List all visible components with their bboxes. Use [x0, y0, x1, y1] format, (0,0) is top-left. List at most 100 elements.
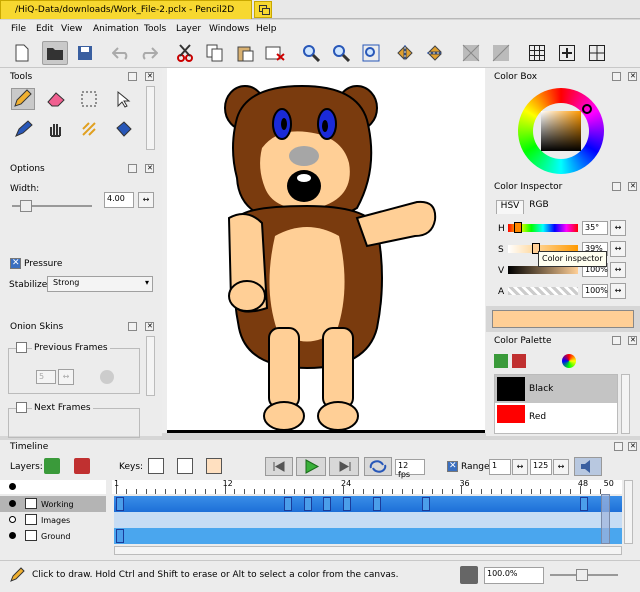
next-frames-checkbox[interactable]	[16, 402, 27, 413]
color-wheel[interactable]	[518, 88, 604, 174]
color-square[interactable]	[541, 111, 581, 151]
timeline-close-button[interactable]	[628, 442, 637, 451]
add-layer-icon[interactable]	[44, 458, 60, 474]
palette-float-button[interactable]	[612, 336, 621, 345]
frame-ruler[interactable]: 1 12 24 36 48 50	[112, 479, 622, 494]
keyframe[interactable]	[303, 497, 312, 511]
remove-color-icon[interactable]	[512, 354, 526, 368]
fps-select[interactable]: 12 fps	[395, 459, 425, 479]
remove-key-icon[interactable]	[177, 458, 193, 474]
keyframe[interactable]	[323, 497, 332, 511]
pressure-checkbox[interactable]: ✕	[10, 258, 21, 269]
keyframe[interactable]	[579, 497, 588, 511]
range-end-stepper[interactable]: ↔	[553, 459, 569, 475]
zoom-fit-icon[interactable]	[358, 41, 384, 65]
playhead[interactable]	[601, 494, 610, 544]
previous-frames-count[interactable]: 5	[36, 370, 56, 384]
keyframe[interactable]	[116, 529, 124, 543]
options-float-button[interactable]	[128, 164, 137, 173]
width-stepper[interactable]: ↔	[138, 192, 154, 208]
tools-float-button[interactable]	[128, 72, 137, 81]
sound-icon[interactable]	[574, 457, 602, 476]
alpha-slider[interactable]	[508, 287, 578, 295]
keyframe[interactable]	[283, 497, 292, 511]
palette-item-black[interactable]: Black	[495, 375, 617, 403]
onion-next-icon[interactable]	[488, 41, 514, 65]
previous-frames-stepper[interactable]: ↔	[58, 369, 74, 385]
duplicate-key-icon[interactable]	[206, 458, 222, 474]
onion-close-button[interactable]	[145, 322, 154, 331]
jump-end-button[interactable]	[329, 457, 359, 476]
menu-help[interactable]: Help	[256, 24, 277, 34]
palette-scrollbar[interactable]	[621, 374, 630, 434]
hand-tool-icon[interactable]	[46, 120, 66, 141]
options-close-button[interactable]	[145, 164, 154, 173]
h-input[interactable]: 35°	[582, 221, 608, 235]
range-start-stepper[interactable]: ↔	[512, 459, 528, 475]
open-file-icon[interactable]	[42, 41, 68, 65]
eraser-tool-icon[interactable]	[46, 90, 66, 111]
layer-row-images[interactable]: Images	[0, 512, 106, 528]
a-input[interactable]: 100%	[582, 284, 608, 298]
palette-item-red[interactable]: Red	[495, 403, 617, 423]
smudge-tool-icon[interactable]	[80, 120, 98, 141]
stabilizer-select[interactable]: Strong ▾	[47, 276, 153, 292]
zoom-slider-handle[interactable]	[576, 569, 588, 581]
flip-vertical-icon[interactable]	[422, 41, 448, 65]
copy-icon[interactable]	[202, 41, 228, 65]
menu-windows[interactable]: Windows	[209, 24, 249, 34]
onion-prev-icon[interactable]	[458, 41, 484, 65]
zoom-in-icon[interactable]	[298, 41, 324, 65]
track-ground[interactable]	[114, 528, 622, 544]
loop-button[interactable]	[364, 457, 392, 476]
keyframe[interactable]	[343, 497, 351, 511]
color-box-float-button[interactable]	[612, 72, 621, 81]
s-stepper[interactable]: ↔	[610, 241, 626, 257]
tools-close-button[interactable]	[145, 72, 154, 81]
menu-view[interactable]: View	[61, 24, 82, 34]
bucket-tool-icon[interactable]	[114, 120, 134, 141]
save-icon[interactable]	[72, 41, 98, 65]
add-color-icon[interactable]	[494, 354, 508, 368]
h-stepper[interactable]: ↔	[610, 220, 626, 236]
thirds-icon[interactable]	[584, 41, 610, 65]
select-tool-icon[interactable]	[80, 90, 98, 111]
add-key-icon[interactable]	[148, 458, 164, 474]
track-images[interactable]	[114, 512, 622, 528]
width-slider-handle[interactable]	[20, 200, 32, 212]
hue-handle[interactable]	[514, 222, 522, 233]
jump-start-button[interactable]	[265, 457, 293, 476]
a-stepper[interactable]: ↔	[610, 283, 626, 299]
range-end-input[interactable]: 125	[530, 459, 552, 475]
value-slider[interactable]	[508, 266, 578, 274]
previous-frames-checkbox[interactable]	[16, 342, 27, 353]
palette-close-button[interactable]	[628, 336, 637, 345]
menu-edit[interactable]: Edit	[36, 24, 53, 34]
v-stepper[interactable]: ↔	[610, 262, 626, 278]
window-restore-icon[interactable]	[254, 1, 272, 18]
clear-frame-icon[interactable]	[262, 41, 288, 65]
drawing-canvas[interactable]	[167, 68, 485, 433]
color-inspector-close-button[interactable]	[628, 182, 637, 191]
width-input[interactable]: 4.00	[104, 192, 134, 208]
keyframe[interactable]	[116, 497, 124, 511]
flip-horizontal-icon[interactable]	[392, 41, 418, 65]
zoom-input[interactable]: 100.0%	[484, 567, 544, 584]
zoom-out-icon[interactable]	[328, 41, 354, 65]
grid-icon[interactable]	[524, 41, 550, 65]
menu-layer[interactable]: Layer	[176, 24, 201, 34]
onion-float-button[interactable]	[128, 322, 137, 331]
tab-rgb[interactable]: RGB	[526, 200, 552, 214]
layer-row-ground[interactable]: Ground	[0, 528, 106, 544]
play-button[interactable]	[296, 457, 326, 476]
tab-hsv[interactable]: HSV	[496, 200, 524, 214]
timeline-float-button[interactable]	[614, 442, 623, 451]
paste-icon[interactable]	[232, 41, 258, 65]
move-tool-icon[interactable]	[114, 90, 132, 111]
save-status-icon[interactable]	[460, 566, 478, 584]
keyframe[interactable]	[372, 497, 381, 511]
current-color-swatch[interactable]	[492, 310, 634, 328]
cut-icon[interactable]	[172, 41, 198, 65]
keyframe[interactable]	[421, 497, 430, 511]
color-inspector-float-button[interactable]	[612, 182, 621, 191]
